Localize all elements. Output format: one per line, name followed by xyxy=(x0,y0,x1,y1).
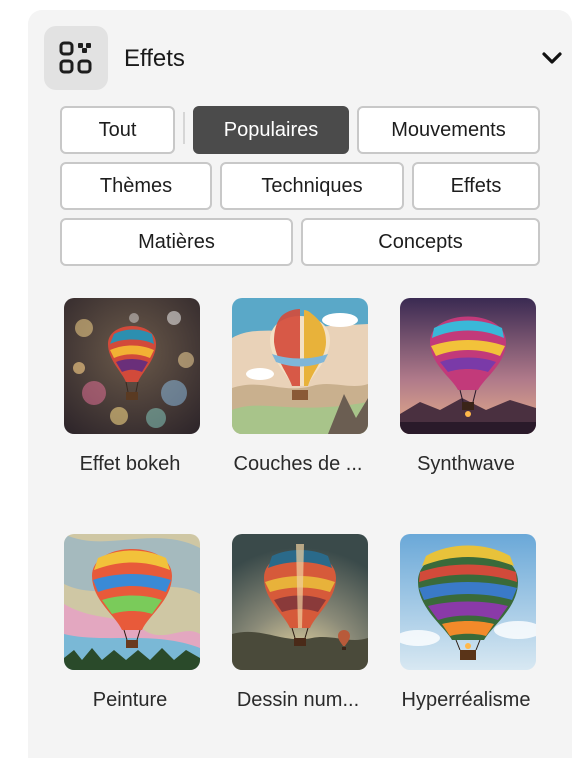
filter-chip-tout[interactable]: Tout xyxy=(60,106,175,154)
effect-label: Peinture xyxy=(92,689,168,711)
hot-air-balloon-paper-layers-image xyxy=(232,298,368,434)
panel-header[interactable]: Effets xyxy=(44,26,562,90)
qr-grid-icon xyxy=(44,26,108,90)
effect-label: Dessin num... xyxy=(236,689,360,711)
filter-chip-concepts[interactable]: Concepts xyxy=(301,218,540,266)
filter-chip-effets[interactable]: Effets xyxy=(412,162,540,210)
hot-air-balloon-synthwave-image xyxy=(400,298,536,434)
hot-air-balloon-hyperrealism-image xyxy=(400,534,536,670)
effect-tile-synthwave[interactable]: Synthwave xyxy=(391,298,541,498)
filter-chip-techniques[interactable]: Techniques xyxy=(220,162,404,210)
filter-chip-themes[interactable]: Thèmes xyxy=(60,162,212,210)
effect-label: Synthwave xyxy=(417,453,515,475)
chip-divider xyxy=(183,112,185,144)
hot-air-balloon-bokeh-image xyxy=(64,298,200,434)
hot-air-balloon-painting-image xyxy=(64,534,200,670)
panel-title: Effets xyxy=(124,45,185,72)
effects-panel: Effets Tout Populaires Mouvements Thèmes… xyxy=(28,10,572,758)
effect-tile-painting[interactable]: Peinture xyxy=(55,534,205,734)
effect-label: Effet bokeh xyxy=(79,453,181,475)
effect-tile-hyperrealism[interactable]: Hyperréalisme xyxy=(391,534,541,734)
effect-tile-paper-layers[interactable]: Couches de ... xyxy=(223,298,373,498)
effect-tile-digital-art[interactable]: Dessin num... xyxy=(223,534,373,734)
chevron-down-icon[interactable] xyxy=(540,46,564,70)
effect-tile-bokeh[interactable]: Effet bokeh xyxy=(55,298,205,498)
filter-chip-mouvements[interactable]: Mouvements xyxy=(357,106,540,154)
effect-label: Hyperréalisme xyxy=(401,689,531,711)
effect-label: Couches de ... xyxy=(233,453,363,475)
hot-air-balloon-digital-art-image xyxy=(232,534,368,670)
filter-chip-populaires[interactable]: Populaires xyxy=(193,106,349,154)
filter-chip-matieres[interactable]: Matières xyxy=(60,218,293,266)
